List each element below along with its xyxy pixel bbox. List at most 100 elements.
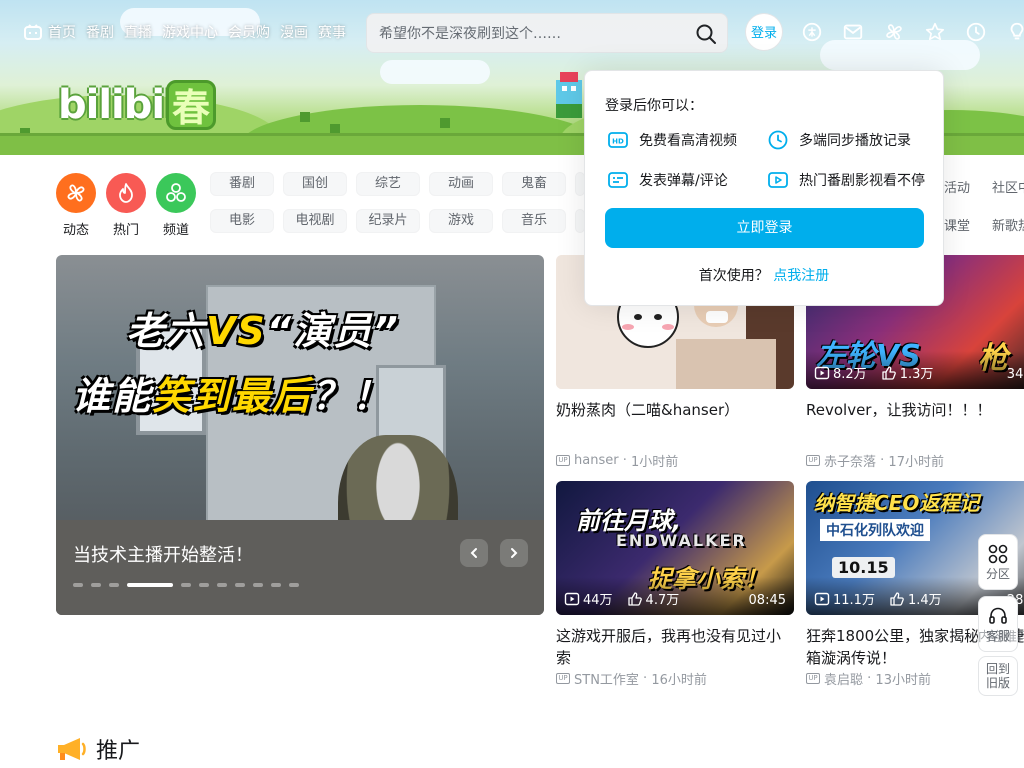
tag-documentary[interactable]: 纪录片 [356, 209, 420, 233]
pixel-creature-icon [556, 72, 582, 118]
meta-separator: · [863, 671, 876, 686]
video-time: 17小时前 [888, 455, 944, 470]
tag-movie[interactable]: 电影 [210, 209, 274, 233]
video-author[interactable]: 袁启聪 [824, 669, 863, 688]
feature-label: 多端同步播放记录 [799, 133, 911, 149]
carousel-dot[interactable] [73, 583, 83, 587]
nav-item-manga[interactable]: 漫画 [280, 22, 308, 42]
video-title[interactable]: 这游戏开服后，我再也没有见过小索 [556, 625, 794, 669]
hd-icon: HD [608, 132, 628, 148]
cloud-decoration [380, 60, 490, 84]
carousel-headline-line2: 谁能笑到最后？！ [72, 365, 392, 420]
nav-item-game-center[interactable]: 游戏中心 [162, 22, 218, 42]
carousel-dot[interactable] [253, 583, 263, 587]
nav-item-bangumi[interactable]: 番剧 [86, 22, 114, 42]
carousel-title[interactable]: 当技术主播开始整活！ [73, 541, 253, 567]
view-count-value: 8.2万 [833, 367, 867, 382]
video-author[interactable]: STN工作室 [574, 669, 639, 688]
carousel-prev-button[interactable] [460, 539, 488, 567]
login-avatar-button[interactable]: 登录 [746, 14, 782, 50]
headline-part: “演员” [266, 309, 400, 353]
link-classroom[interactable]: 课堂 [944, 215, 970, 234]
tag-variety[interactable]: 综艺 [356, 172, 420, 196]
carousel-dot[interactable] [91, 583, 101, 587]
feature-label: 发表弹幕/评论 [639, 173, 728, 189]
bulb-icon[interactable] [1005, 20, 1024, 44]
carousel-dot[interactable] [127, 583, 173, 587]
video-duration: 08:45 [748, 593, 786, 608]
nav-item-esports[interactable]: 赛事 [318, 22, 346, 42]
favorite-icon[interactable] [923, 20, 947, 44]
video-time: 16小时前 [651, 673, 707, 688]
video-thumbnail[interactable]: 前往月球, ENDWALKER 捉拿小索！ 44万 4.7万 08:45 [556, 481, 794, 615]
video-meta: UP 赤子奈落 · 17小时前 [806, 451, 1024, 470]
channel-dynamic[interactable]: 动态 [56, 173, 96, 238]
video-author[interactable]: 赤子奈落 [824, 451, 876, 470]
tag-game[interactable]: 游戏 [429, 209, 493, 233]
carousel-dot[interactable] [199, 583, 209, 587]
video-author[interactable]: hanser [574, 453, 619, 468]
feature-sync: 多端同步播放记录 [767, 129, 911, 151]
dynamic-icon[interactable] [882, 20, 906, 44]
like-count: 4.7万 [627, 589, 679, 608]
channel-cluster-icon [156, 173, 196, 213]
spring-badge: 春 [166, 80, 216, 130]
side-label: 分区 [985, 567, 1010, 581]
link-activity[interactable]: 活动 [944, 177, 970, 196]
nav-item-mall[interactable]: 会员购 [228, 22, 270, 42]
video-duration: 34:4 [1006, 367, 1024, 382]
tag-tv[interactable]: 电视剧 [283, 209, 347, 233]
like-count: 1.3万 [881, 363, 934, 382]
message-icon[interactable] [841, 20, 865, 44]
tag-animation[interactable]: 动画 [429, 172, 493, 196]
nav-item-live[interactable]: 直播 [124, 22, 152, 42]
svg-text:HD: HD [612, 138, 624, 146]
carousel-dot[interactable] [271, 583, 281, 587]
search-icon[interactable] [695, 23, 717, 45]
video-time: 13小时前 [875, 673, 931, 688]
link-new-songs[interactable]: 新歌热榜 [992, 215, 1024, 234]
link-community[interactable]: 社区中心 [992, 177, 1024, 196]
side-hint-text: 内容推荐 [978, 630, 1024, 645]
channel-hot[interactable]: 热门 [106, 173, 146, 238]
tag-bangumi[interactable]: 番剧 [210, 172, 274, 196]
video-stats: 44万 4.7万 08:45 [556, 577, 794, 615]
popup-title: 登录后你可以： [605, 98, 703, 114]
tag-music[interactable]: 音乐 [502, 209, 566, 233]
channel-label: 动态 [62, 223, 89, 238]
feature-label: 热门番剧影视看不停 [799, 173, 925, 189]
feature-danmaku: 发表弹幕/评论 [607, 169, 728, 191]
side-category-button[interactable]: 分区 [978, 534, 1018, 590]
dynamic-icon [56, 173, 96, 213]
video-title[interactable]: 奶粉蒸肉（二喵&hanser） [556, 399, 794, 443]
side-old-version-button[interactable]: 回到旧版 [978, 656, 1018, 696]
feature-bangumi: 热门番剧影视看不停 [767, 169, 925, 191]
first-use-text: 首次使用？ [698, 268, 769, 284]
nav-item-home[interactable]: 首页 [24, 22, 76, 42]
meta-separator: · [876, 453, 889, 468]
video-card[interactable]: 前往月球, ENDWALKER 捉拿小索！ 44万 4.7万 08:45 这游戏… [556, 481, 794, 688]
like-count-value: 1.3万 [899, 367, 934, 382]
carousel-dot[interactable] [289, 583, 299, 587]
history-icon[interactable] [964, 20, 988, 44]
register-link[interactable]: 点我注册 [773, 268, 829, 284]
carousel-dot[interactable] [181, 583, 191, 587]
big-member-icon[interactable] [800, 20, 824, 44]
tag-guochuang[interactable]: 国创 [283, 172, 347, 196]
thumbnail-overlay-text: 纳智捷CEO返程记 [814, 491, 980, 515]
carousel-dot[interactable] [235, 583, 245, 587]
hero-carousel[interactable]: 老六VS“演员” 谁能笑到最后？！ 当技术主播开始整活！ [56, 255, 544, 615]
tag-kichiku[interactable]: 鬼畜 [502, 172, 566, 196]
carousel-next-button[interactable] [500, 539, 528, 567]
up-badge-icon: UP [806, 455, 820, 466]
headset-icon [989, 607, 1007, 624]
carousel-dot[interactable] [109, 583, 119, 587]
carousel-dot[interactable] [217, 583, 227, 587]
search-input[interactable] [379, 22, 679, 46]
channel-channels[interactable]: 频道 [156, 173, 196, 238]
cloud-decoration [820, 40, 980, 70]
video-time: 1小时前 [630, 455, 679, 470]
category-icon [988, 544, 1008, 564]
video-title[interactable]: Revolver，让我访问！！！ [806, 399, 1024, 443]
login-now-button[interactable]: 立即登录 [605, 208, 924, 248]
